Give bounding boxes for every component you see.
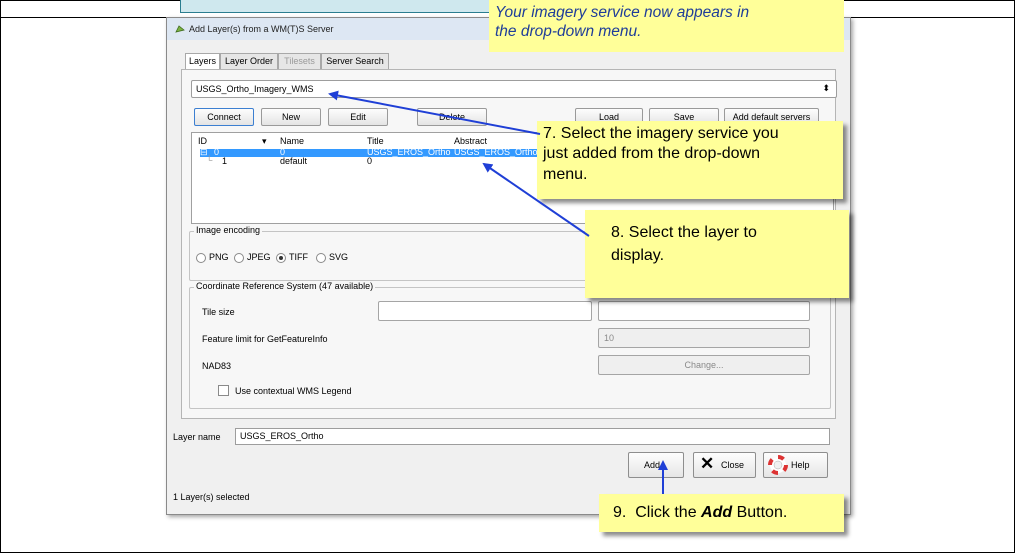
connect-button[interactable]: Connect	[194, 108, 254, 126]
add-button[interactable]: Add	[628, 452, 684, 478]
radio-jpeg[interactable]	[234, 253, 244, 263]
callout-step-9: 9. Click the Add Button.	[599, 494, 844, 532]
help-button-label: Help	[791, 460, 810, 470]
delete-button[interactable]: Delete	[417, 108, 487, 126]
column-header-title[interactable]: Title	[367, 136, 384, 146]
column-header-id[interactable]: ID	[198, 136, 207, 146]
qgis-icon	[175, 25, 185, 33]
legend-checkbox-label: Use contextual WMS Legend	[235, 386, 352, 396]
radio-tiff-label: TIFF	[289, 252, 308, 262]
tree-connector: └	[206, 155, 213, 165]
edit-button[interactable]: Edit	[328, 108, 388, 126]
row-name: default	[280, 156, 308, 166]
status-text: 1 Layer(s) selected	[173, 492, 250, 502]
tile-size-label: Tile size	[202, 307, 235, 317]
row-title: USGS_EROS_Ortho	[367, 147, 451, 157]
radio-jpeg-label: JPEG	[247, 252, 271, 262]
lifebuoy-icon	[768, 455, 788, 475]
tab-server-search[interactable]: Server Search	[321, 53, 389, 69]
crs-group: Coordinate Reference System (47 availabl…	[189, 281, 831, 409]
dialog-title: Add Layer(s) from a WM(T)S Server	[189, 24, 334, 34]
tab-tilesets[interactable]: Tilesets	[278, 53, 321, 69]
radio-tiff[interactable]	[276, 253, 286, 263]
column-header-abstract[interactable]: Abstract	[454, 136, 487, 146]
step8-line1: 8. Select the layer to	[611, 224, 757, 241]
step9-prefix: 9. Click the	[613, 504, 702, 521]
step8-line2: display.	[611, 247, 665, 264]
close-button-label: Close	[721, 460, 745, 470]
encoding-options: PNG JPEG TIFF SVG	[196, 252, 496, 263]
crs-name: NAD83	[202, 361, 232, 371]
callout-step-7: 7. Select the imagery service you just a…	[537, 121, 843, 199]
row-id: 0	[214, 147, 220, 157]
add-button-label: Add	[644, 460, 661, 470]
radio-svg-label: SVG	[329, 252, 349, 262]
step7-line2: just added from the drop-down	[543, 145, 761, 162]
step9-bold: Add	[701, 504, 733, 521]
callout-imagery-appears: Your imagery service now appears in the …	[489, 0, 844, 52]
feature-limit-label: Feature limit for GetFeatureInfo	[202, 334, 328, 344]
dropdown-arrow-icon: ⬍	[822, 83, 830, 93]
row-id: 1	[222, 156, 228, 166]
server-select[interactable]: USGS_Ortho_Imagery_WMS ⬍	[191, 80, 837, 98]
close-icon: ✕	[700, 454, 715, 473]
row-title: 0	[367, 156, 373, 166]
radio-png-label: PNG	[209, 252, 229, 262]
layer-name-label: Layer name	[173, 432, 221, 442]
step7-line1: 7. Select the imagery service you	[543, 125, 779, 142]
tab-layer-order[interactable]: Layer Order	[220, 53, 278, 69]
radio-svg[interactable]	[316, 253, 326, 263]
callout-top-line2: the drop-down menu.	[495, 23, 642, 40]
legend-checkbox[interactable]	[218, 385, 229, 396]
step9-suffix: Button.	[732, 504, 788, 521]
new-button[interactable]: New	[261, 108, 321, 126]
step7-line3: menu.	[543, 166, 588, 183]
column-header-name[interactable]: Name	[280, 136, 304, 146]
sort-chevron-icon[interactable]: ▾	[262, 136, 267, 147]
row-abstract: USGS_EROS_Ortho	[454, 147, 538, 157]
feature-limit-input[interactable]: 10	[598, 328, 810, 348]
tile-width-input[interactable]	[378, 301, 592, 321]
layer-name-input[interactable]: USGS_EROS_Ortho	[235, 428, 830, 445]
layer-name-value: USGS_EROS_Ortho	[240, 431, 324, 441]
close-button[interactable]: ✕ Close	[693, 452, 756, 478]
callout-top-line1: Your imagery service now appears in	[495, 4, 750, 21]
callout-step-8: 8. Select the layer to display.	[585, 210, 849, 298]
step9-text: 9. Click the Add Button.	[613, 494, 787, 532]
image-encoding-label: Image encoding	[194, 225, 263, 235]
server-select-value: USGS_Ortho_Imagery_WMS	[196, 84, 314, 94]
crs-group-label: Coordinate Reference System (47 availabl…	[194, 281, 376, 291]
tab-layers[interactable]: Layers	[185, 53, 220, 70]
feature-limit-value: 10	[604, 333, 615, 343]
tile-height-input[interactable]	[598, 301, 810, 321]
help-button[interactable]: Help	[763, 452, 828, 478]
radio-png[interactable]	[196, 253, 206, 263]
change-crs-button[interactable]: Change...	[598, 355, 810, 375]
